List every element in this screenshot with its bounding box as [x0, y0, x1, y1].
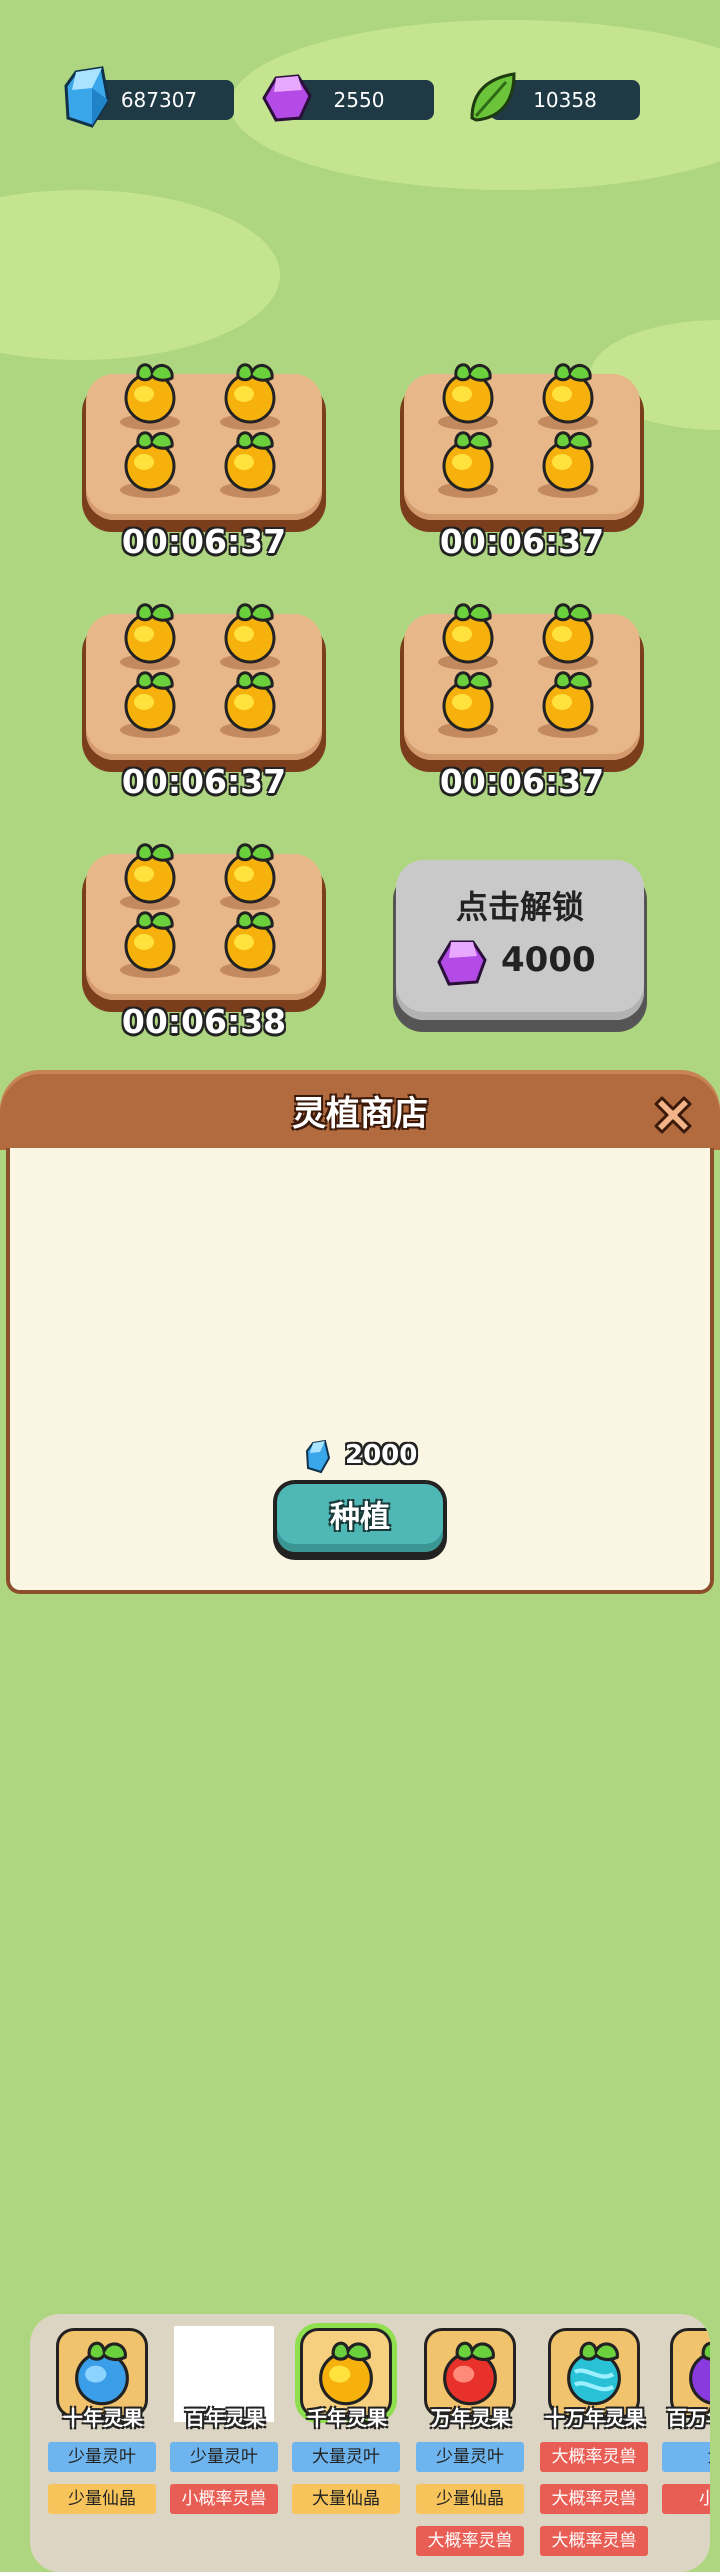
farm-plot-3[interactable]: 00:06:37	[82, 603, 326, 801]
golden-fruit-icon	[218, 671, 282, 738]
item-name: 百万年灵果	[667, 2406, 710, 2430]
item-tag: 少量灵叶	[170, 2442, 278, 2472]
golden-fruit-icon	[118, 843, 182, 910]
item-tag: 少量仙晶	[416, 2484, 524, 2514]
golden-fruit-icon	[319, 2341, 373, 2406]
plot-timer: 00:06:38	[121, 1002, 287, 1041]
gem-count: 2550	[333, 88, 385, 112]
item-name: 万年灵果	[431, 2406, 511, 2430]
golden-fruit-icon	[118, 911, 182, 978]
item-name: 百年灵果	[185, 2406, 265, 2430]
item-tag: 大量灵叶	[292, 2442, 400, 2472]
golden-fruit-icon	[536, 603, 600, 670]
farm-plot-4[interactable]: 00:06:37	[400, 603, 644, 801]
item-name: 千年灵果	[307, 2406, 387, 2430]
golden-fruit-icon	[118, 363, 182, 430]
plot-timer: 00:06:37	[121, 522, 287, 561]
crystal-count: 687307	[120, 88, 198, 112]
farm-plot-2[interactable]: 00:06:37	[400, 363, 644, 561]
unlock-cost: 4000	[501, 940, 596, 980]
cyan-fruit-icon	[567, 2341, 621, 2406]
golden-fruit-icon	[118, 603, 182, 670]
golden-fruit-icon	[436, 603, 500, 670]
golden-fruit-icon	[218, 431, 282, 498]
plant-button-label: 种植	[330, 1500, 390, 1535]
shop-title: 灵植商店	[292, 1094, 428, 1134]
item-tag: 少量灵叶	[416, 2442, 524, 2472]
purple-fruit-icon	[689, 2341, 710, 2405]
plot-timer: 00:06:37	[439, 762, 605, 801]
plant-button[interactable]: 种植	[273, 1480, 447, 1560]
item-tag: 少量灵叶	[48, 2442, 156, 2472]
leaf-count: 10358	[533, 88, 597, 112]
price-value: 2000	[345, 1440, 418, 1470]
golden-fruit-icon	[118, 431, 182, 498]
item-tag: 少量仙晶	[48, 2484, 156, 2514]
golden-fruit-icon	[218, 603, 282, 670]
golden-fruit-icon	[436, 363, 500, 430]
item-tag: 小概	[662, 2484, 710, 2514]
item-tag: 大	[662, 2442, 710, 2472]
farm-plot-5[interactable]: 00:06:38	[82, 843, 326, 1041]
item-tag: 大量仙晶	[292, 2484, 400, 2514]
item-tag: 大概率灵兽	[540, 2442, 648, 2472]
item-tag: 小概率灵兽	[170, 2484, 278, 2514]
item-tag: 大概率灵兽	[416, 2526, 524, 2556]
golden-fruit-icon	[436, 431, 500, 498]
fruit-selector[interactable]: 十年灵果 少量灵叶 少量仙晶 百年灵果 少量灵叶 小概率灵兽 千年灵果 大量灵叶…	[30, 2314, 710, 2572]
golden-fruit-icon	[436, 671, 500, 738]
item-tag: 大概率灵兽	[540, 2526, 648, 2556]
blue-crystal-icon	[64, 66, 110, 128]
golden-fruit-icon	[218, 843, 282, 910]
blue-crystal-icon	[305, 1440, 331, 1474]
purple-gem-icon	[437, 940, 487, 986]
farm-plot-1[interactable]: 00:06:37	[82, 363, 326, 561]
item-name: 十万年灵果	[545, 2406, 645, 2430]
golden-fruit-icon	[536, 431, 600, 498]
golden-fruit-icon	[536, 363, 600, 430]
item-name: 十年灵果	[63, 2406, 143, 2430]
plot-timer: 00:06:37	[121, 762, 287, 801]
green-leaf-icon	[470, 72, 516, 122]
golden-fruit-icon	[218, 911, 282, 978]
unlock-label: 点击解锁	[455, 888, 584, 926]
close-icon[interactable]	[648, 1090, 698, 1140]
red-fruit-icon	[443, 2341, 497, 2406]
item-tag: 大概率灵兽	[540, 2484, 648, 2514]
plot-timer: 00:06:37	[439, 522, 605, 561]
golden-fruit-icon	[536, 671, 600, 738]
blue-fruit-icon	[75, 2341, 129, 2406]
golden-fruit-icon	[118, 671, 182, 738]
unlock-plot-button[interactable]: 点击解锁 4000	[393, 860, 647, 1032]
purple-gem-icon	[262, 74, 312, 122]
golden-fruit-icon	[218, 363, 282, 430]
